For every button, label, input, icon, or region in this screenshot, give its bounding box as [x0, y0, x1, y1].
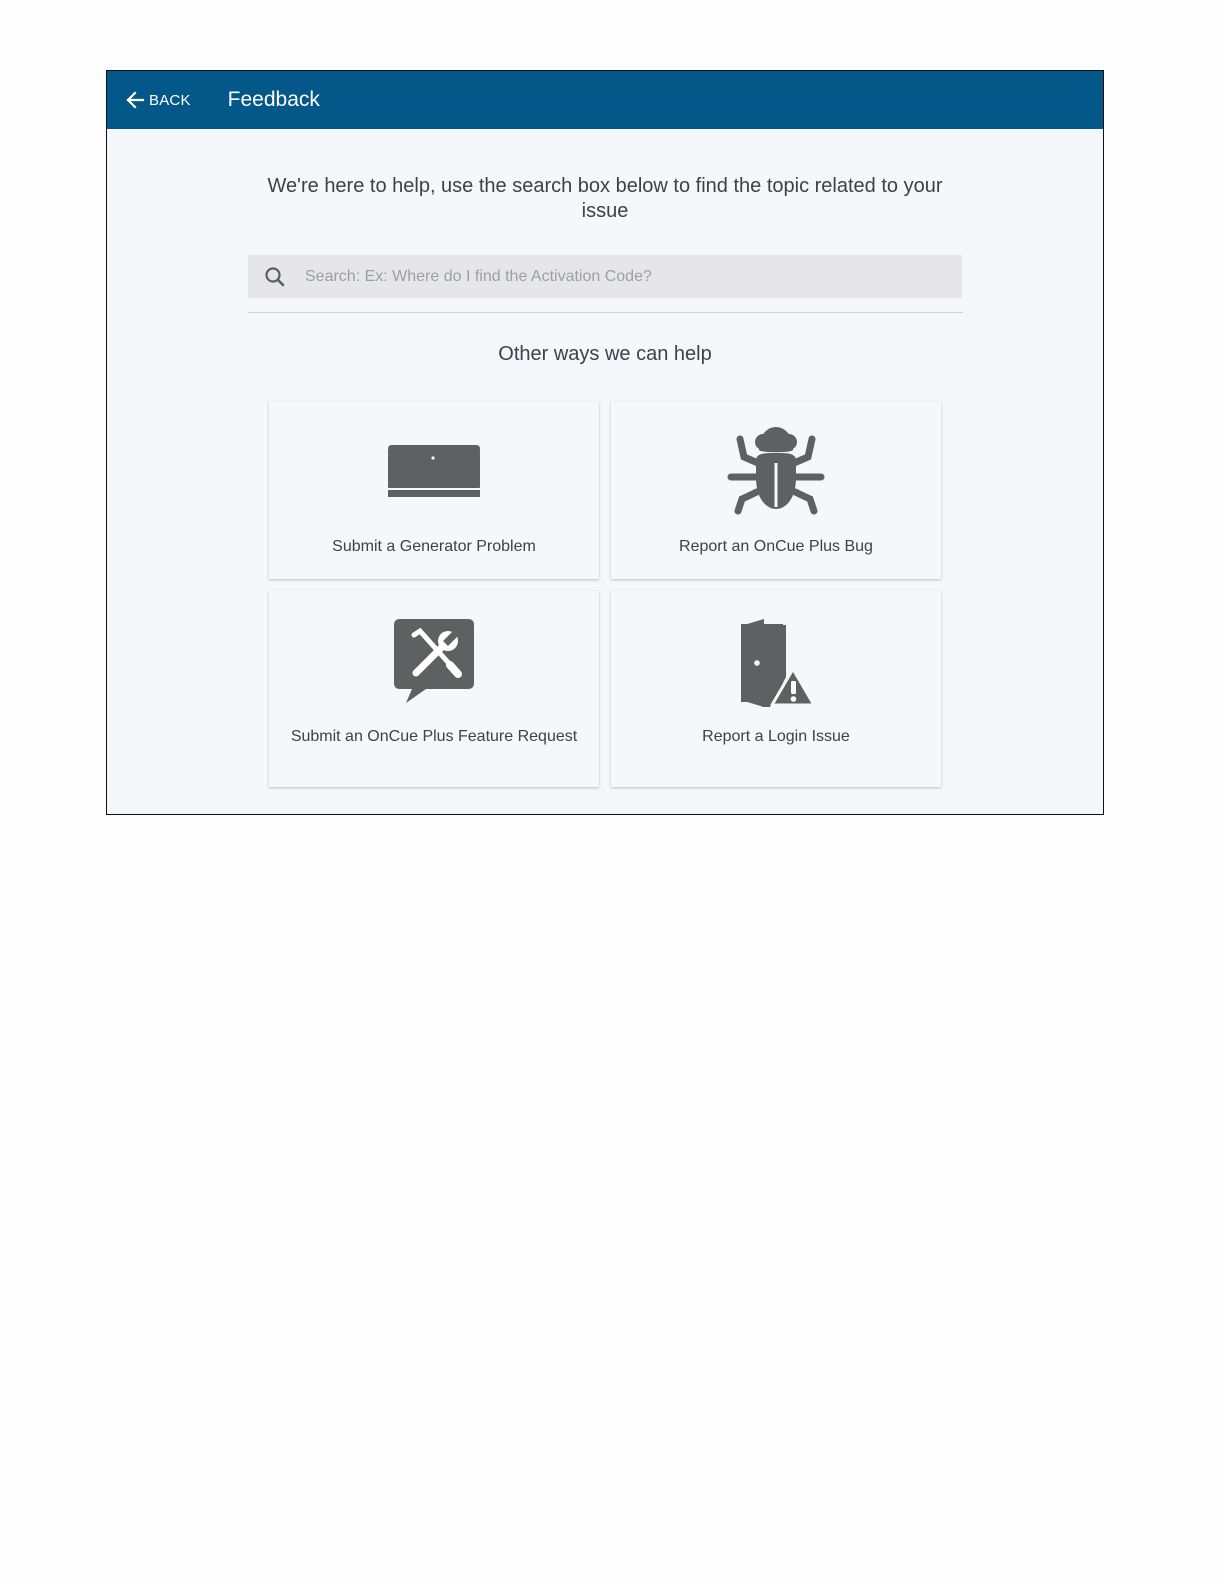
search-icon	[264, 266, 286, 288]
page-title: Feedback	[227, 88, 320, 111]
bug-icon	[611, 423, 941, 515]
submit-generator-problem-card[interactable]: Submit a Generator Problem	[269, 401, 599, 579]
card-label-generator: Submit a Generator Problem	[332, 538, 536, 555]
card-label-feature: Submit an OnCue Plus Feature Request	[290, 728, 578, 745]
tools-chat-icon	[269, 617, 599, 705]
report-login-issue-card[interactable]: Report a Login Issue	[611, 591, 941, 787]
submit-feature-request-card[interactable]: Submit an OnCue Plus Feature Request	[269, 591, 599, 787]
generator-icon	[269, 443, 599, 499]
back-label: BACK	[149, 91, 191, 109]
door-warning-icon	[611, 617, 941, 709]
other-ways-heading: Other ways we can help	[498, 343, 712, 365]
feedback-screen: BACK Feedback We're here to help, use th…	[106, 70, 1104, 815]
back-button[interactable]: BACK	[125, 71, 191, 129]
arrow-left-icon	[125, 90, 145, 110]
search-input[interactable]	[303, 266, 907, 287]
intro-text: We're here to help, use the search box b…	[267, 175, 943, 222]
divider	[248, 312, 963, 313]
app-bar: BACK Feedback	[107, 71, 1103, 129]
search-bar[interactable]	[248, 255, 962, 298]
card-label-login: Report a Login Issue	[702, 728, 850, 745]
report-bug-card[interactable]: Report an OnCue Plus Bug	[611, 401, 941, 579]
card-label-bug: Report an OnCue Plus Bug	[679, 538, 873, 555]
